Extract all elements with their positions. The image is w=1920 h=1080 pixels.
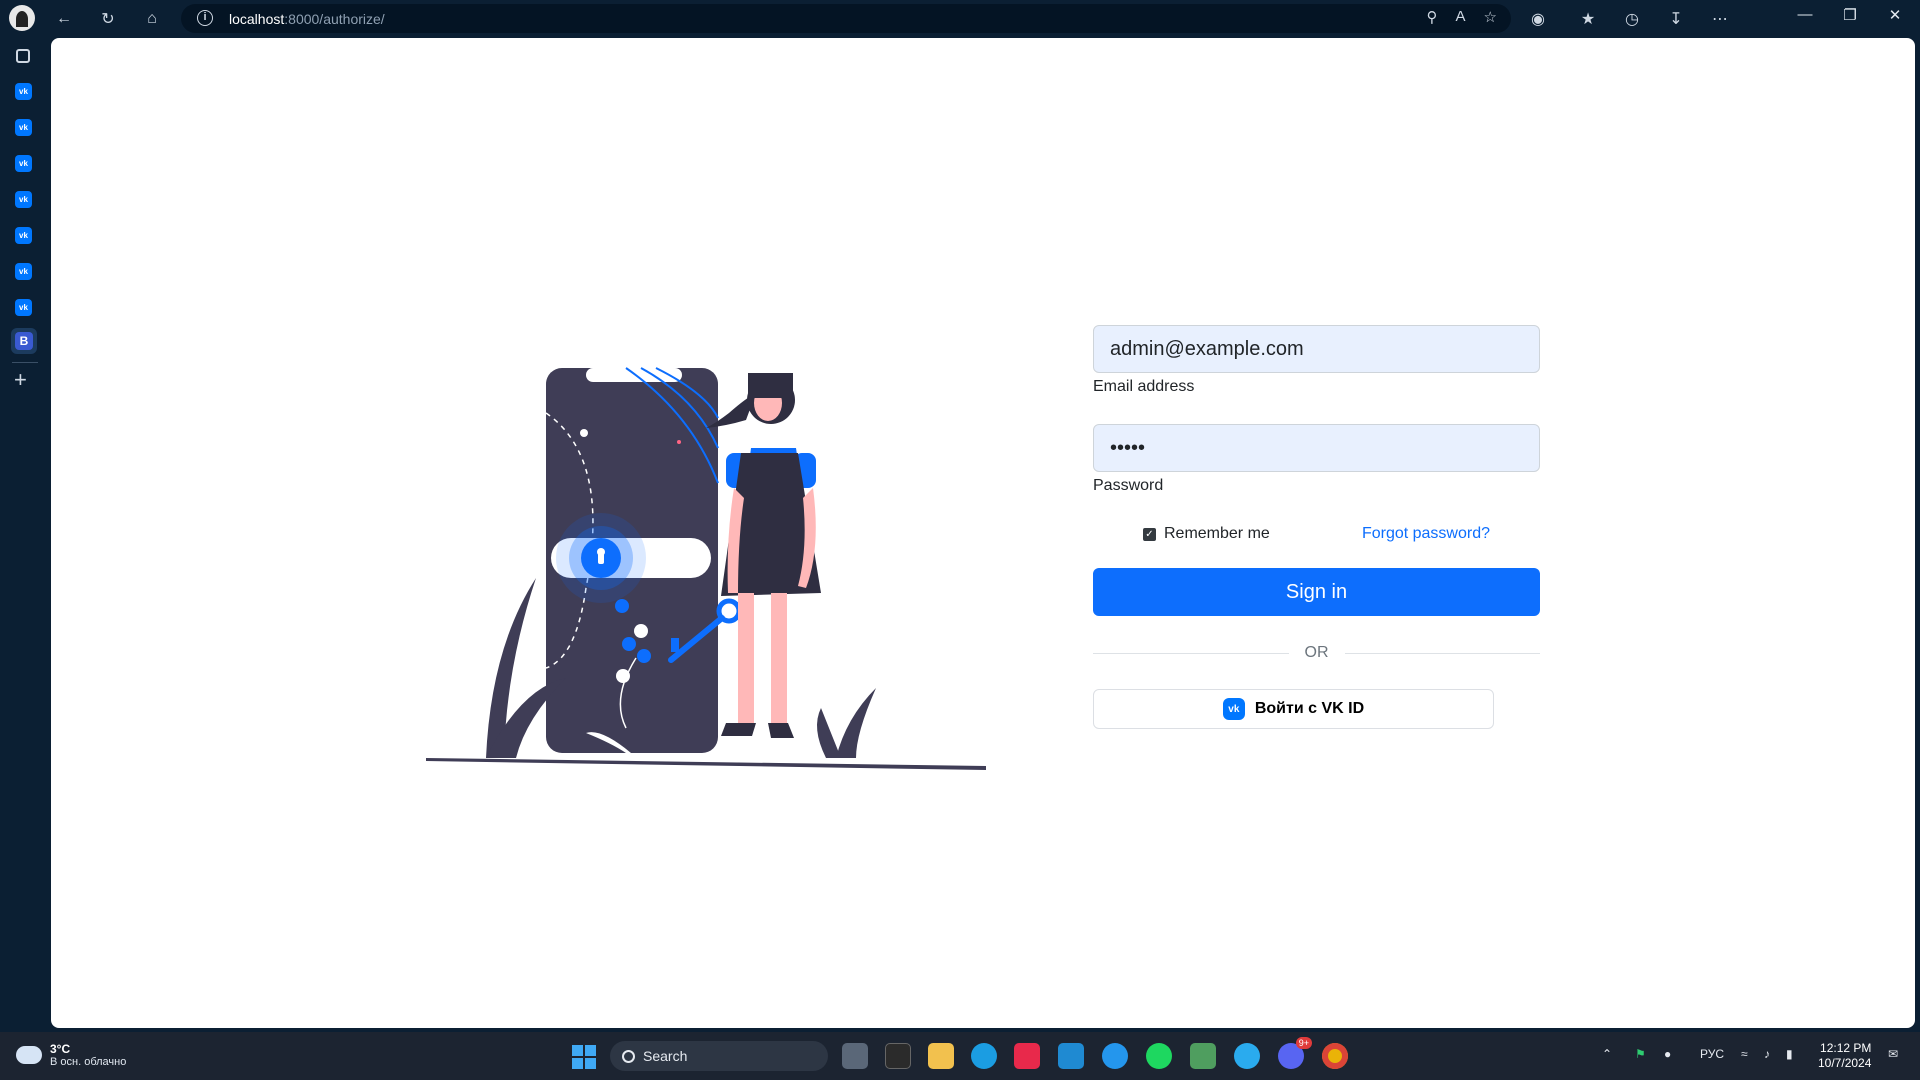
notifications-icon[interactable]: ✉ <box>1888 1047 1898 1061</box>
clock-time: 12:12 PM <box>1820 1041 1872 1055</box>
vk-id-login-button[interactable]: vk Войти с VK ID <box>1093 689 1494 729</box>
or-divider: OR <box>1093 644 1540 662</box>
vscode-icon[interactable] <box>1058 1043 1084 1069</box>
flag-icon[interactable]: ⚑ <box>1635 1047 1646 1061</box>
home-icon[interactable]: ⌂ <box>139 6 165 32</box>
sign-in-button[interactable]: Sign in <box>1093 568 1540 616</box>
url-host: localhost <box>229 11 285 27</box>
language-indicator[interactable]: РУС <box>1700 1047 1724 1061</box>
forgot-password-link[interactable]: Forgot password? <box>1362 525 1490 543</box>
edge-icon[interactable] <box>971 1043 997 1069</box>
url-text[interactable]: localhost:8000/authorize/ <box>229 11 385 27</box>
b-tab-icon: B <box>15 332 33 350</box>
profile-avatar[interactable] <box>9 5 35 31</box>
new-tab-plus-icon[interactable]: + <box>14 369 27 391</box>
close-icon[interactable]: ✕ <box>1880 6 1910 24</box>
favorites-icon[interactable]: ★ <box>1575 6 1601 32</box>
weather-widget[interactable]: 3°C В осн. облачно <box>16 1040 127 1068</box>
back-icon[interactable]: ← <box>51 6 77 32</box>
active-tab-b[interactable]: B <box>11 328 37 354</box>
battery-icon[interactable]: ▮ <box>1786 1047 1793 1061</box>
email-field[interactable] <box>1093 325 1540 373</box>
wifi-icon[interactable]: ≈ <box>1741 1047 1748 1061</box>
vk-tab-icon[interactable]: vk <box>15 83 32 100</box>
cloud-icon <box>16 1040 42 1064</box>
browser-toolbar: ← ↻ ⌂ i localhost:8000/authorize/ ⚲ A ☆ … <box>0 0 1920 37</box>
vk-button-label: Войти с VK ID <box>1254 700 1365 717</box>
vk-logo-icon: vk <box>1222 698 1245 720</box>
vk-tab-icon[interactable]: vk <box>15 299 32 316</box>
email-label: Email address <box>1093 378 1195 395</box>
clock[interactable]: 12:12 PM 10/7/2024 <box>1818 1041 1871 1071</box>
page-viewport: Email address Password ✓ Remember me For… <box>51 38 1915 1028</box>
windows-start-icon[interactable] <box>572 1045 596 1069</box>
clock-date: 10/7/2024 <box>1818 1056 1872 1070</box>
vk-tab-icon[interactable]: vk <box>15 119 32 136</box>
remember-label: Remember me <box>1164 525 1270 542</box>
minimize-icon[interactable]: — <box>1790 6 1820 23</box>
vk-tab-icon[interactable]: vk <box>15 191 32 208</box>
vk-tab-icon[interactable]: vk <box>15 155 32 172</box>
taskbar-search[interactable]: Search <box>610 1041 828 1071</box>
docker-icon[interactable] <box>1102 1043 1128 1069</box>
password-field[interactable] <box>1093 424 1540 472</box>
search-label: Search <box>643 1048 688 1064</box>
discord-badge: 9+ <box>1295 1037 1312 1049</box>
more-icon[interactable]: ⋯ <box>1707 6 1733 32</box>
read-aloud-icon[interactable]: A <box>1456 8 1466 26</box>
volume-icon[interactable]: ♪ <box>1764 1047 1770 1061</box>
login-illustration <box>426 367 986 770</box>
vk-tab-icon[interactable]: vk <box>15 227 32 244</box>
spotify-icon[interactable] <box>1146 1043 1172 1069</box>
weather-temp: 3°C <box>50 1042 71 1056</box>
taskbar: 3°C В осн. облачно Search 9+ ⌃ ⚑ ● РУС ≈… <box>0 1032 1920 1080</box>
or-line-right <box>1344 652 1540 654</box>
tab-actions-icon[interactable] <box>16 49 30 63</box>
login-form: Email address Password ✓ Remember me For… <box>1093 325 1540 729</box>
search-icon <box>622 1049 635 1063</box>
key-icon[interactable]: ⚲ <box>1427 8 1438 26</box>
terminal-icon[interactable] <box>885 1043 911 1069</box>
remember-checkbox[interactable]: ✓ <box>1143 527 1156 541</box>
sidebar-divider <box>12 362 38 363</box>
site-info-icon[interactable]: i <box>197 10 213 26</box>
remember-me[interactable]: ✓ Remember me <box>1143 525 1270 543</box>
weather-desc: В осн. облачно <box>50 1056 127 1068</box>
password-label: Password <box>1093 477 1164 494</box>
history-icon[interactable]: ◷ <box>1619 6 1645 32</box>
url-path: :8000/authorize/ <box>284 11 385 27</box>
vk-tab-icon[interactable]: vk <box>15 263 32 280</box>
ground <box>426 758 986 770</box>
globe-icon[interactable]: ◉ <box>1525 6 1551 32</box>
or-label: OR <box>1304 644 1329 661</box>
telegram-icon[interactable] <box>1234 1043 1260 1069</box>
restore-icon[interactable]: ❐ <box>1835 6 1865 24</box>
task-view-icon[interactable] <box>842 1043 868 1069</box>
download-icon[interactable]: ↧ <box>1663 6 1689 32</box>
address-bar[interactable]: i localhost:8000/authorize/ ⚲ A ☆ <box>181 4 1511 33</box>
mic-icon[interactable]: ● <box>1664 1047 1671 1061</box>
refresh-icon[interactable]: ↻ <box>95 6 121 32</box>
tray-chevron-icon[interactable]: ⌃ <box>1602 1047 1612 1061</box>
favorite-star-icon[interactable]: ☆ <box>1484 8 1497 26</box>
chrome-icon[interactable] <box>1322 1043 1348 1069</box>
file-explorer-icon[interactable] <box>928 1043 954 1069</box>
layers-app-icon[interactable] <box>1190 1043 1216 1069</box>
jetbrains-icon[interactable] <box>1014 1043 1040 1069</box>
vertical-tabs-sidebar: vk vk vk vk vk vk vk B + <box>0 37 51 1030</box>
discord-icon[interactable]: 9+ <box>1278 1037 1312 1069</box>
or-line-left <box>1093 652 1289 654</box>
remember-row: ✓ Remember me Forgot password? <box>1093 525 1540 543</box>
